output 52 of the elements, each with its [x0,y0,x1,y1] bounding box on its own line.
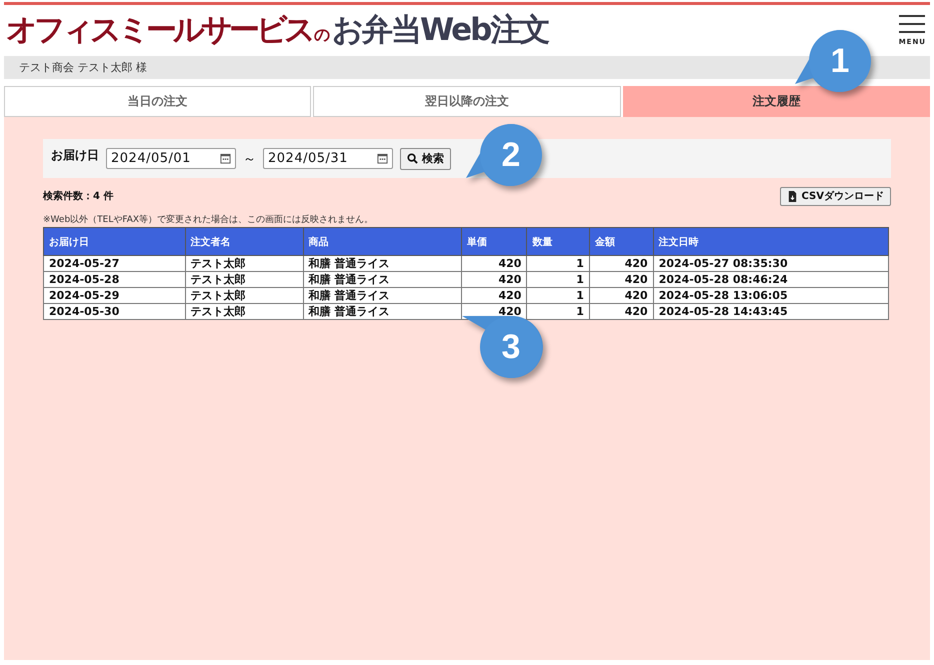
table-cell: 420 [461,288,527,304]
table-cell: 420 [589,304,654,320]
search-icon [407,153,418,164]
column-header: お届け日 [44,228,186,256]
table-cell: 2024-05-28 14:43:45 [653,304,888,320]
table-cell: テスト太郎 [185,272,304,288]
table-cell: 和膳 普通ライス [303,304,462,320]
table-cell: 420 [461,256,527,272]
csv-download-button[interactable]: CSVダウンロード [780,186,891,206]
column-header: 注文日時 [653,228,888,256]
table-cell: 2024-05-28 [44,272,186,288]
table-cell: 1 [526,256,590,272]
result-count: 検索件数：4 件 [43,190,114,203]
tab[interactable]: 翌日以降の注文 [313,86,621,117]
table-cell: 2024-05-28 13:06:05 [653,288,888,304]
logo-brand: オフィスミールサービス [6,11,312,50]
logo-service: お弁当Web注文 [332,11,548,50]
table-cell: 420 [589,256,654,272]
tab[interactable]: 当日の注文 [4,86,312,117]
table-cell: 和膳 普通ライス [303,288,462,304]
calendar-icon [220,153,231,164]
table-cell: 1 [526,288,590,304]
file-icon [786,190,798,202]
table-cell: 2024-05-28 08:46:24 [653,272,888,288]
table-cell: 2024-05-29 [44,288,186,304]
table-cell: 和膳 普通ライス [303,256,462,272]
field-label: お届け日 [51,147,99,164]
menu-icon [899,14,926,32]
search-button[interactable]: 検索 [400,148,451,170]
table-cell: 2024-05-27 [44,256,186,272]
table-cell: テスト太郎 [185,288,304,304]
table-cell: 420 [589,288,654,304]
table-cell: 1 [526,272,590,288]
column-header: 単価 [461,228,527,256]
user-name: テスト商会 テスト太郎 様 [19,60,147,75]
column-header: 商品 [303,228,462,256]
calendar-icon [377,153,388,164]
table-cell: 和膳 普通ライス [303,272,462,288]
column-header: 注文者名 [185,228,304,256]
notice-text: ※Web以外（TELやFAX等）で変更された場合は、この画面には反映されません。 [43,214,374,226]
table-cell: 420 [589,272,654,288]
date-field[interactable]: 2024/05/01 [106,148,236,169]
table-cell: 420 [461,272,527,288]
range-separator: ～ [243,150,256,168]
table-cell: 2024-05-30 [44,304,186,320]
date-field[interactable]: 2024/05/31 [263,148,393,169]
column-header: 数量 [526,228,590,256]
logo-particle: の [314,25,330,46]
table-cell: 2024-05-27 08:35:30 [653,256,888,272]
table-cell: テスト太郎 [185,256,304,272]
table-cell: テスト太郎 [185,304,304,320]
column-header: 金額 [589,228,654,256]
